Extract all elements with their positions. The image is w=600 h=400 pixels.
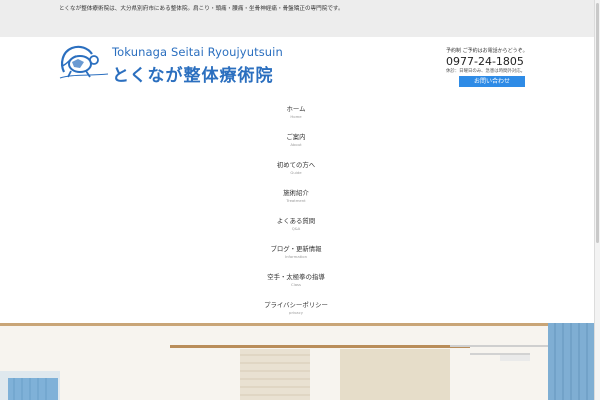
site-logo[interactable]: Tokunaga Seitai Ryoujyutsuin とくなが整体療術院 xyxy=(56,42,283,86)
hero-image xyxy=(0,323,594,400)
nav-label: ホーム xyxy=(286,105,306,113)
nav-label: 空手・太極拳の指導 xyxy=(267,273,325,281)
nav-label: ブログ・更新情報 xyxy=(270,245,322,253)
nav-sublabel: About xyxy=(290,142,302,147)
nav-label: よくある質問 xyxy=(276,217,316,225)
clinic-room-photo xyxy=(0,323,594,400)
turtle-logo-icon xyxy=(59,45,109,79)
nav-item-class[interactable]: 空手・太極拳の指導 Class xyxy=(240,272,352,300)
nav-sublabel: Class xyxy=(291,282,301,287)
reservation-note: 予約制 ご予約はお電話からどうぞ。 xyxy=(446,48,528,54)
top-bar: とくなが整体療術院は、大分県別府市にある整体院。肩こり・頭痛・腰痛・坐骨神経痛・… xyxy=(0,0,594,37)
phone-number[interactable]: 0977-24-1805 xyxy=(446,55,546,68)
nav-item-guide[interactable]: 初めての方へ Guide xyxy=(240,160,352,188)
nav-label: ご案内 xyxy=(286,133,306,141)
nav-item-information[interactable]: ブログ・更新情報 Information xyxy=(240,244,352,272)
business-hours: 休診：日曜日のみ、急患は時間外対応。 xyxy=(446,69,526,74)
nav-sublabel: Guide xyxy=(290,170,302,175)
scrollbar[interactable] xyxy=(594,0,600,400)
nav-item-home[interactable]: ホーム Home xyxy=(240,104,352,132)
logo-roman-name: Tokunaga Seitai Ryoujyutsuin xyxy=(112,45,283,59)
nav-item-qa[interactable]: よくある質問 Q&A xyxy=(240,216,352,244)
nav-label: プライバシーポリシー xyxy=(264,301,328,309)
contact-box: 予約制 ご予約はお電話からどうぞ。 0977-24-1805 休診：日曜日のみ、… xyxy=(446,47,546,87)
nav-label: 施術紹介 xyxy=(283,189,309,197)
nav-sublabel: Q&A xyxy=(291,226,301,231)
nav-item-treatment[interactable]: 施術紹介 Treatment xyxy=(240,188,352,216)
nav-sublabel: Information xyxy=(285,254,307,259)
nav-sublabel: Treatment xyxy=(286,198,306,203)
contact-button[interactable]: お問い合わせ xyxy=(459,76,525,87)
nav-label: 初めての方へ xyxy=(276,161,316,169)
nav-item-about[interactable]: ご案内 About xyxy=(240,132,352,160)
site-tagline: とくなが整体療術院は、大分県別府市にある整体院。肩こり・頭痛・腰痛・坐骨神経痛・… xyxy=(59,6,344,12)
main-nav: ホーム Home ご案内 About 初めての方へ Guide 施術紹介 Tre… xyxy=(240,104,352,328)
nav-sublabel: privacy xyxy=(289,310,303,315)
logo-japanese-name: とくなが整体療術院 xyxy=(112,66,274,86)
nav-sublabel: Home xyxy=(290,114,302,119)
scrollbar-thumb[interactable] xyxy=(596,3,599,243)
